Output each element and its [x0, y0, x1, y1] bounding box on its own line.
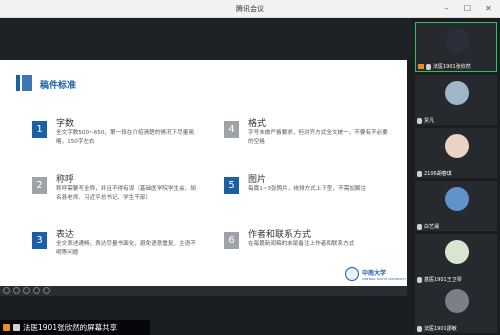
shared-slide: 稿件标准 1 字数 全文字数500~650，第一段在介绍清楚的情况下尽量简略，1… [0, 60, 407, 286]
mic-icon [417, 325, 422, 332]
item-number-badge: 3 [32, 232, 47, 249]
minimize-icon[interactable]: – [441, 3, 452, 14]
participant-tile[interactable]: 贾凡 [415, 75, 497, 125]
mic-icon [417, 276, 422, 283]
item-number-badge: 6 [224, 232, 239, 249]
app-title: 腾讯会议 [236, 5, 264, 13]
item-title: 格式 [248, 119, 267, 129]
avatar [445, 134, 469, 158]
participant-tile[interactable]: 基医1901王卫琴 [415, 234, 497, 284]
participant-name: 基医1901王卫琴 [424, 277, 462, 283]
item-number-badge: 2 [32, 177, 47, 194]
item-description: 全文表述通畅，表达尽量书面化，避免语意重复、主语不明等问题 [56, 241, 196, 256]
participant-name: 法医1901张欣然 [433, 64, 471, 70]
screen-share-label: 法医1901张欣然的屏幕共享 [23, 323, 118, 332]
share-icon [418, 64, 424, 69]
slideshow-controls [0, 286, 407, 296]
item-number-badge: 1 [32, 121, 47, 138]
avatar [445, 289, 469, 313]
share-status-icon [3, 324, 10, 331]
avatar [446, 29, 470, 53]
participant-name: 法医1901邵敏 [424, 326, 457, 332]
maximize-icon[interactable]: ☐ [462, 3, 473, 14]
item-description: 称呼需要写全称，并且不得有误（基础医学院学生会、胡名县老师、习近平总书记、学生干… [56, 186, 196, 201]
mic-icon [426, 63, 431, 70]
screen-share-indicator: 法医1901张欣然的屏幕共享 [0, 320, 150, 335]
participant-name: 贾凡 [424, 118, 435, 124]
mic-icon [417, 170, 422, 177]
item-title: 称呼 [56, 175, 75, 185]
mic-icon [417, 117, 422, 124]
close-icon[interactable]: ✕ [483, 3, 494, 14]
item-description: 字号未做严格要求，但对齐方式全文统一，不要有不必要的空格 [248, 130, 388, 145]
participant-name: 2106胡春琪 [424, 171, 452, 177]
participant-sidebar: 法医1901张欣然 贾凡 2106胡春琪 白艺澜 基医1901王卫琴 法医190… [412, 18, 500, 335]
item-number-badge: 5 [224, 177, 239, 194]
item-title: 字数 [56, 119, 75, 129]
mic-icon [13, 324, 20, 331]
item-title: 图片 [248, 175, 267, 185]
meeting-top-area [0, 18, 412, 60]
logo-subtitle: CENTRAL SOUTH UNIVERSITY [362, 276, 407, 281]
participant-name: 白艺澜 [424, 224, 440, 230]
item-number-badge: 4 [224, 121, 239, 138]
avatar [445, 187, 469, 211]
university-seal-icon [345, 267, 359, 281]
title-accent-bar [16, 75, 20, 91]
zoom-icon[interactable] [33, 287, 40, 294]
participant-tile[interactable]: 2106胡春琪 [415, 128, 497, 178]
more-icon[interactable] [43, 287, 50, 294]
window-controls: – ☐ ✕ [441, 3, 494, 14]
item-description: 全文字数500~650，第一段在介绍清楚的情况下尽量简略，150字左右 [56, 130, 194, 145]
participant-tile[interactable]: 法医1901张欣然 [415, 22, 497, 72]
university-logo: 中南大学 CENTRAL SOUTH UNIVERSITY [345, 267, 406, 281]
participant-tile[interactable]: 白艺澜 [415, 181, 497, 231]
next-slide-icon[interactable] [13, 287, 20, 294]
pen-icon[interactable] [23, 287, 30, 294]
prev-slide-icon[interactable] [3, 287, 10, 294]
mic-icon [417, 223, 422, 230]
item-description: 每篇1~3张照片，绕排方式上下型，不需加脚注 [248, 186, 367, 192]
item-title: 作者和联系方式 [248, 230, 312, 240]
avatar [445, 240, 469, 264]
logo-name: 中南大学 [362, 269, 387, 277]
participant-tile[interactable]: 法医1901邵敏 [415, 283, 497, 333]
window-titlebar: 腾讯会议 – ☐ ✕ [0, 0, 500, 18]
avatar [445, 81, 469, 105]
slide-title: 稿件标准 [40, 81, 77, 91]
item-title: 表达 [56, 230, 75, 240]
title-accent-block [22, 75, 32, 91]
item-description: 在每篇新闻稿的末尾备注上作者和联系方式 [248, 241, 355, 247]
